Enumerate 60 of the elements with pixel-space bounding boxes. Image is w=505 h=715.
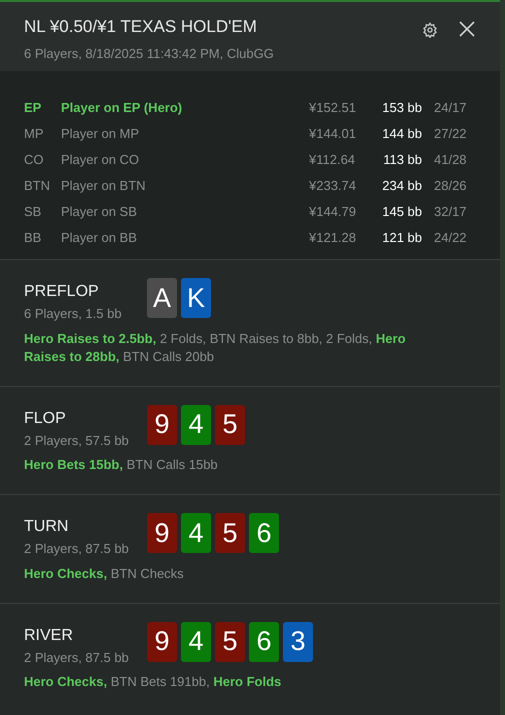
player-name: Player on EP (Hero) (61, 99, 184, 118)
action-summary: Hero Raises to 2.5bb, 2 Folds, BTN Raises to 8bb, 2 Folds, Hero Raises to 28bb, BTN Calls 20bb (24, 330, 407, 366)
stack-amount: ¥152.51 (309, 99, 357, 118)
action-summary: Hero Checks, BTN Bets 191bb, Hero Folds (24, 673, 282, 691)
street-name: TURN (24, 517, 70, 537)
playing-card: A (147, 278, 177, 318)
position: CO (24, 151, 44, 170)
stack-amount: ¥121.28 (309, 229, 357, 248)
playing-card: 4 (181, 513, 211, 553)
player-stats: 24/22 (434, 229, 468, 248)
street-info: 2 Players, 57.5 bb (24, 432, 130, 450)
playing-card: 5 (215, 622, 245, 662)
street-name: PREFLOP (24, 282, 100, 302)
street-name: FLOP (24, 408, 67, 428)
player-stats: 28/26 (434, 177, 468, 196)
playing-card: 3 (283, 622, 313, 662)
playing-card: 6 (249, 622, 279, 662)
stack-amount: ¥233.74 (309, 177, 357, 196)
position: SB (24, 203, 42, 222)
playing-card: 4 (181, 622, 211, 662)
stack-bb: 113 bb (382, 151, 422, 170)
player-stats: 41/28 (434, 151, 468, 170)
playing-card: 6 (249, 513, 279, 553)
stack-amount: ¥144.01 (309, 125, 357, 144)
player-name: Player on MP (61, 125, 140, 144)
street-info: 6 Players, 1.5 bb (24, 305, 123, 323)
playing-card: 9 (147, 622, 177, 662)
stack-bb: 234 bb (381, 177, 422, 196)
playing-card: K (181, 278, 211, 318)
position: MP (24, 125, 44, 144)
player-name: Player on BB (61, 229, 138, 248)
player-name: Player on BTN (61, 177, 147, 196)
playing-card: 4 (181, 404, 211, 444)
playing-card: 5 (215, 404, 245, 444)
player-name: Player on CO (61, 151, 140, 170)
settings-icon[interactable] (422, 22, 438, 38)
street-info: 2 Players, 87.5 bb (24, 648, 130, 667)
hand-details: 6 Players, 8/18/2025 11:43:42 PM, ClubGG (24, 44, 275, 63)
stack-bb: 121 bb (381, 229, 422, 248)
action-summary: Hero Checks, BTN Checks (24, 564, 185, 582)
position: BB (24, 229, 42, 248)
position: BTN (24, 177, 51, 196)
stack-bb: 144 bb (381, 125, 422, 144)
stack-bb: 145 bb (381, 203, 422, 222)
playing-card: 9 (147, 404, 177, 444)
player-stats: 24/17 (434, 99, 468, 118)
street-info: 2 Players, 87.5 bb (24, 540, 130, 558)
window-title: NL ¥0.50/¥1 TEXAS HOLD'EM (24, 16, 258, 38)
street-name: RIVER (24, 626, 74, 646)
playing-card: 9 (147, 513, 177, 553)
close-icon[interactable] (458, 20, 476, 38)
stack-amount: ¥112.64 (309, 151, 356, 170)
player-stats: 32/17 (434, 203, 468, 222)
stack-bb: 153 bb (381, 99, 422, 118)
action-summary: Hero Bets 15bb, BTN Calls 15bb (24, 456, 219, 474)
playing-card: 5 (215, 513, 245, 553)
player-stats: 27/22 (434, 125, 468, 144)
stack-amount: ¥144.79 (309, 203, 357, 222)
player-name: Player on SB (61, 203, 138, 222)
position: EP (24, 99, 42, 118)
